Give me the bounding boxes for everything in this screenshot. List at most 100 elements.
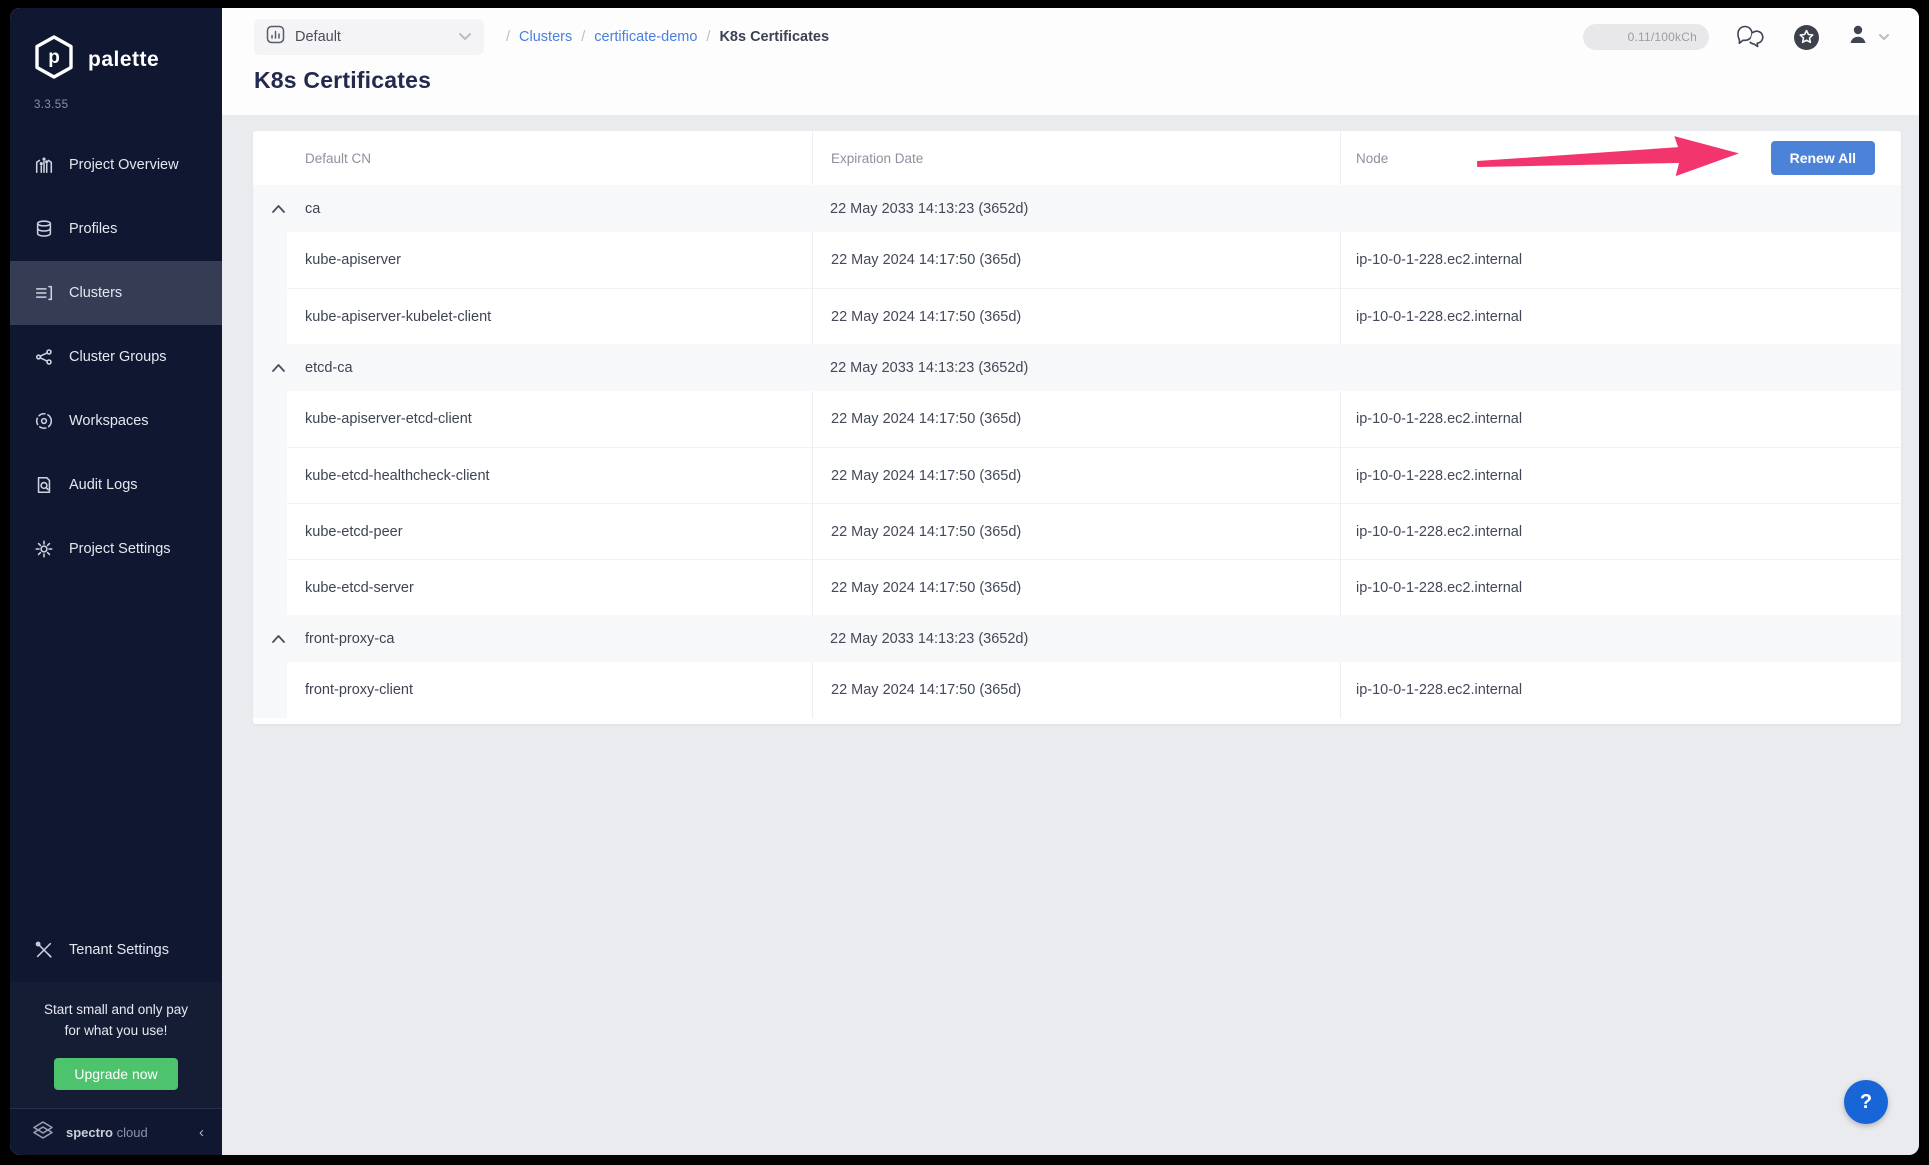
sidebar-item-tenant-settings[interactable]: Tenant Settings <box>10 918 222 982</box>
certificate-expiration: 22 May 2024 14:17:50 (365d) <box>812 448 1340 503</box>
sidebar-item-project-settings[interactable]: Project Settings <box>10 517 222 581</box>
renew-all-button[interactable]: Renew All <box>1770 141 1875 175</box>
certificate-name: front-proxy-client <box>305 682 413 698</box>
app-version: 3.3.55 <box>34 99 69 111</box>
topbar: Default / Clusters / certificate-demo / K8s C… <box>254 8 1890 58</box>
certificate-node: ip-10-0-1-228.ec2.internal <box>1340 560 1901 615</box>
breadcrumb-separator: / <box>506 29 511 45</box>
footer-brand: spectro cloud <box>66 1124 148 1140</box>
certificates-table: Default CN Expiration Date Node Renew Al… <box>253 131 1901 724</box>
certificate-name: kube-etcd-server <box>305 579 414 596</box>
user-menu[interactable] <box>1846 22 1890 53</box>
certificate-expiration: 22 May 2024 14:17:50 (365d) <box>812 662 1340 718</box>
chevron-down-icon <box>458 28 472 46</box>
sidebar-item-label: Clusters <box>69 285 123 301</box>
profiles-stack-icon <box>34 219 54 239</box>
group-row-ca[interactable]: ca 22 May 2033 14:13:23 (3652d) <box>253 185 1901 232</box>
sidebar: p palette 3.3.55 Project Overview Profile… <box>10 8 222 1155</box>
chevron-down-icon <box>1878 28 1890 46</box>
group-expiration: 22 May 2033 14:13:23 (3652d) <box>830 200 1029 217</box>
certificate-name: kube-apiserver <box>305 252 401 268</box>
chevron-up-icon[interactable] <box>271 363 286 373</box>
breadcrumb-item-certificate-demo[interactable]: certificate-demo <box>594 29 697 45</box>
project-selector-value: Default <box>295 29 341 45</box>
breadcrumb-item-clusters[interactable]: Clusters <box>519 29 572 45</box>
sidebar-item-label: Project Overview <box>69 157 179 173</box>
sidebar-item-label: Profiles <box>69 221 118 237</box>
certificate-row-kube-etcd-healthcheck-client: kube-etcd-healthcheck-client 22 May 2024 … <box>287 447 1901 503</box>
audit-logs-icon <box>34 475 54 495</box>
certificate-name: kube-apiserver-etcd-client <box>305 411 472 427</box>
breadcrumb-separator: / <box>581 29 586 45</box>
usage-meter: 0.11/100kCh <box>1583 24 1709 50</box>
group-expiration: 22 May 2033 14:13:23 (3652d) <box>830 630 1029 647</box>
certificate-node: ip-10-0-1-228.ec2.internal <box>1340 504 1901 559</box>
project-chart-icon <box>266 25 285 49</box>
group-row-etcd-ca[interactable]: etcd-ca 22 May 2033 14:13:23 (3652d) <box>253 344 1901 391</box>
sidebar-item-label: Cluster Groups <box>69 349 167 365</box>
main-area: Default / Clusters / certificate-demo / K8s C… <box>222 8 1919 1155</box>
column-header-default-cn: Default CN <box>305 150 372 166</box>
upgrade-promo: Start small and only pay for what you us… <box>10 982 222 1108</box>
certificate-expiration: 22 May 2024 14:17:50 (365d) <box>812 232 1340 288</box>
certificate-expiration: 22 May 2024 14:17:50 (365d) <box>812 560 1340 615</box>
notifications-star-icon[interactable] <box>1793 24 1820 51</box>
help-button[interactable]: ? <box>1844 1080 1888 1124</box>
upgrade-now-button[interactable]: Upgrade now <box>54 1058 178 1090</box>
promo-text: Start small and only pay for what you us… <box>43 1002 189 1039</box>
sidebar-item-profiles[interactable]: Profiles <box>10 197 222 261</box>
workspaces-icon <box>34 411 54 431</box>
certificate-node: ip-10-0-1-228.ec2.internal <box>1340 232 1901 288</box>
certificate-expiration: 22 May 2024 14:17:50 (365d) <box>812 391 1340 447</box>
chevron-up-icon[interactable] <box>271 634 286 644</box>
group-name: etcd-ca <box>305 359 353 376</box>
chat-icon[interactable] <box>1735 24 1767 50</box>
sidebar-footer: spectro cloud ‹ <box>10 1108 222 1155</box>
table-header-row: Default CN Expiration Date Node Renew Al… <box>253 131 1901 185</box>
table-body: ca 22 May 2033 14:13:23 (3652d) kube-apise… <box>253 185 1901 718</box>
group-name: front-proxy-ca <box>305 630 395 647</box>
topbar-right: 0.11/100kCh <box>1583 22 1890 53</box>
brand-logo: p palette <box>10 8 222 85</box>
breadcrumb-item-k8s-certificates: K8s Certificates <box>719 29 830 45</box>
clusters-list-icon <box>34 283 54 303</box>
palette-logo-icon: p <box>32 34 76 85</box>
sidebar-item-cluster-groups[interactable]: Cluster Groups <box>10 325 222 389</box>
chart-overview-icon <box>34 155 54 175</box>
content: Default CN Expiration Date Node Renew Al… <box>222 115 1919 1155</box>
group-children-etcd-ca: kube-apiserver-etcd-client 22 May 2024 14… <box>253 391 1901 615</box>
sidebar-item-audit-logs[interactable]: Audit Logs <box>10 453 222 517</box>
project-selector[interactable]: Default <box>254 19 484 55</box>
tools-icon <box>34 940 54 960</box>
certificate-row-kube-apiserver-etcd-client: kube-apiserver-etcd-client 22 May 2024 14… <box>287 391 1901 447</box>
breadcrumb: / Clusters / certificate-demo / K8s Certifica… <box>506 29 829 45</box>
sidebar-item-label: Tenant Settings <box>69 942 169 959</box>
column-header-expiration-date: Expiration Date <box>812 131 1340 185</box>
certificate-row-kube-apiserver: kube-apiserver 22 May 2024 14:17:50 (365d… <box>287 232 1901 288</box>
sidebar-item-project-overview[interactable]: Project Overview <box>10 133 222 197</box>
certificate-node: ip-10-0-1-228.ec2.internal <box>1340 289 1901 344</box>
group-row-front-proxy-ca[interactable]: front-proxy-ca 22 May 2033 14:13:23 (3652… <box>253 615 1901 662</box>
spectro-cloud-logo-icon <box>30 1117 56 1148</box>
certificate-node: ip-10-0-1-228.ec2.internal <box>1340 448 1901 503</box>
certificate-name: kube-etcd-peer <box>305 523 403 540</box>
certificate-node: ip-10-0-1-228.ec2.internal <box>1340 662 1901 718</box>
app-window: p palette 3.3.55 Project Overview Profile… <box>10 8 1919 1155</box>
breadcrumb-separator: / <box>706 29 711 45</box>
sidebar-item-workspaces[interactable]: Workspaces <box>10 389 222 453</box>
sidebar-collapse-icon[interactable]: ‹ <box>199 1124 204 1141</box>
certificate-name: kube-etcd-healthcheck-client <box>305 467 490 484</box>
group-name: ca <box>305 200 321 217</box>
sidebar-nav: Project Overview Profiles Clusters Cluster … <box>10 133 222 581</box>
group-expiration: 22 May 2033 14:13:23 (3652d) <box>830 359 1029 376</box>
sidebar-item-label: Project Settings <box>69 541 171 557</box>
brand-name: palette <box>88 47 160 71</box>
sidebar-item-clusters[interactable]: Clusters <box>10 261 222 325</box>
group-children-front-proxy-ca: front-proxy-client 22 May 2024 14:17:50 (… <box>253 662 1901 718</box>
certificate-expiration: 22 May 2024 14:17:50 (365d) <box>812 289 1340 344</box>
certificate-row-kube-apiserver-kubelet-client: kube-apiserver-kubelet-client 22 May 2024… <box>287 288 1901 344</box>
chevron-up-icon[interactable] <box>271 204 286 214</box>
user-icon <box>1846 22 1870 53</box>
sidebar-item-label: Workspaces <box>69 413 149 429</box>
